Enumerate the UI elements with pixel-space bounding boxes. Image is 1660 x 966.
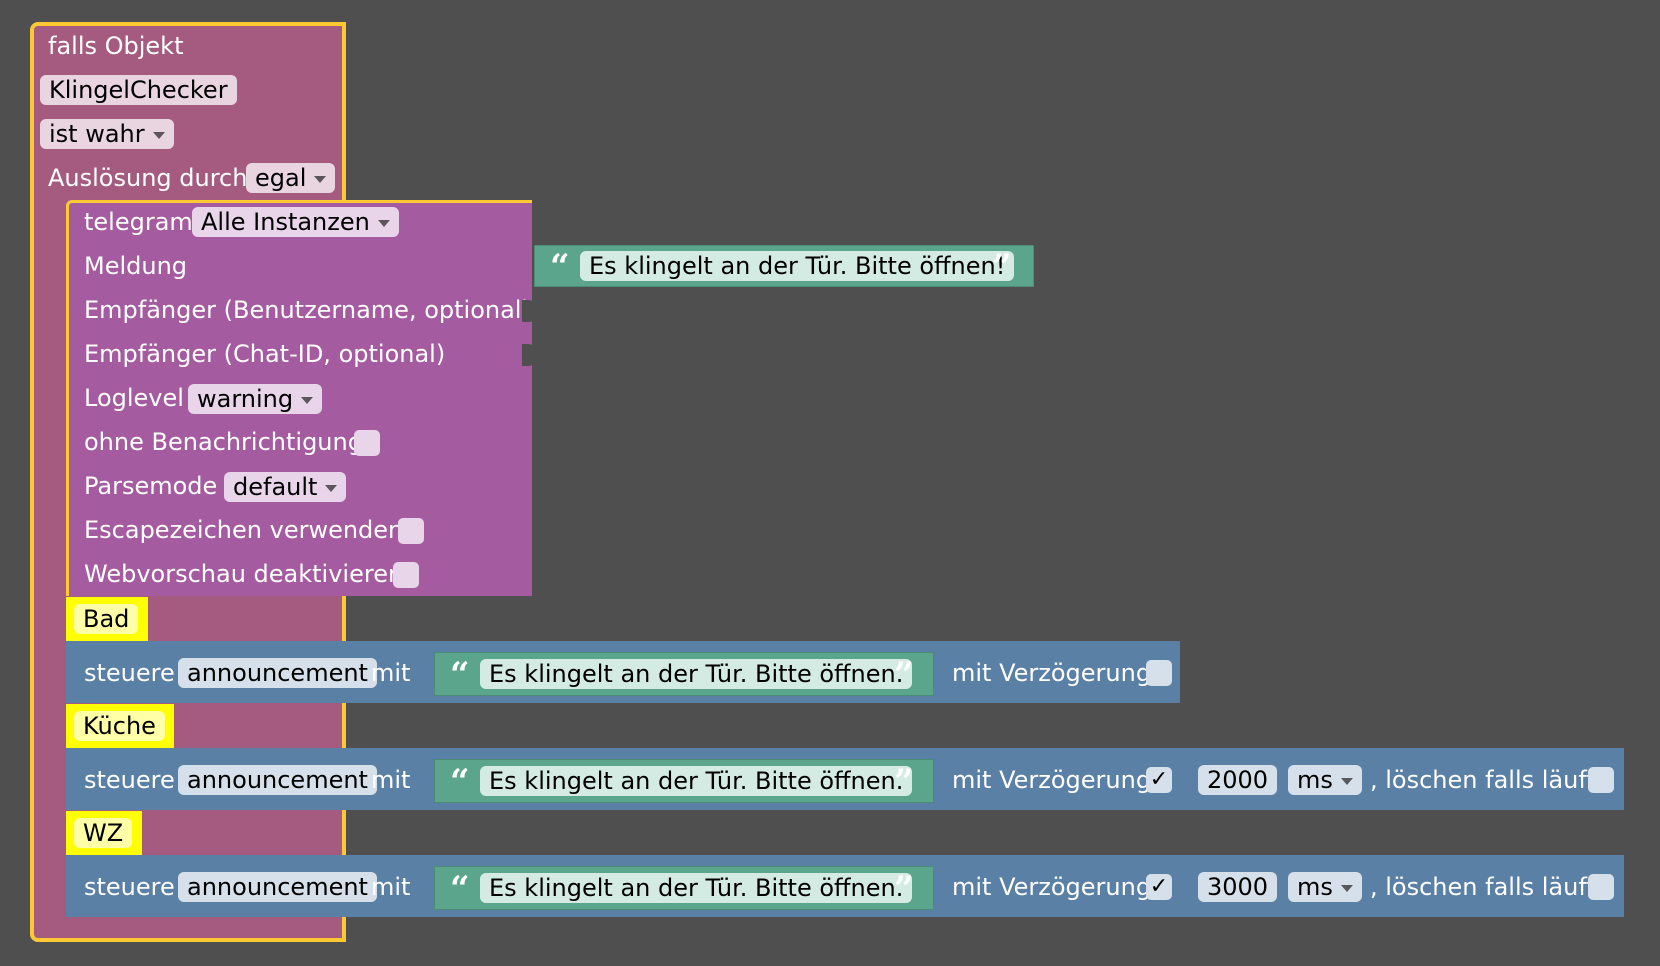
- target-value: announcement: [187, 659, 368, 687]
- delay-value-field-kueche[interactable]: 2000: [1198, 765, 1278, 795]
- loglevel-label: Loglevel: [84, 384, 184, 412]
- clear-label: , löschen falls läuft: [1370, 766, 1596, 794]
- delay-unit-value: ms: [1297, 873, 1333, 901]
- text-field-wz[interactable]: Es klingelt an der Tür. Bitte öffnen.: [480, 873, 913, 903]
- comment-kueche-value: Küche: [83, 712, 156, 740]
- silent-label: ohne Benachrichtigung: [84, 428, 363, 456]
- target-field-bad[interactable]: announcement: [178, 658, 377, 688]
- condition-value: ist wahr: [49, 120, 145, 148]
- mit-label: mit: [371, 766, 411, 794]
- target-field-kueche[interactable]: announcement: [178, 765, 377, 795]
- loglevel-dropdown[interactable]: warning: [188, 384, 323, 414]
- close-quote-icon: ”: [894, 869, 914, 909]
- telegram-instance-value: Alle Instanzen: [201, 208, 370, 236]
- dropdown-arrow-icon: [1340, 884, 1353, 892]
- target-value: announcement: [187, 766, 368, 794]
- comment-bad-value: Bad: [83, 605, 130, 633]
- escape-checkbox[interactable]: [398, 518, 424, 544]
- checkmark-icon: ✓: [1149, 874, 1169, 899]
- telegram-label: telegram: [84, 208, 193, 236]
- delay-unit-dropdown-wz[interactable]: ms: [1288, 872, 1362, 902]
- webpreview-label: Webvorschau deaktivieren: [84, 560, 404, 588]
- delay-checkbox-kueche[interactable]: ✓: [1146, 767, 1172, 793]
- close-quote-icon: ”: [992, 247, 1012, 287]
- open-quote-icon: “: [450, 869, 470, 909]
- comment-bad-text[interactable]: Bad: [74, 604, 139, 634]
- escape-label: Escapezeichen verwenden: [84, 516, 404, 544]
- dropdown-arrow-icon: [325, 484, 338, 492]
- trigger-label: falls Objekt: [48, 32, 184, 60]
- meldung-text-field[interactable]: Es klingelt an der Tür. Bitte öffnen!: [580, 251, 1015, 281]
- text-value: Es klingelt an der Tür. Bitte öffnen.: [489, 874, 904, 902]
- target-field-wz[interactable]: announcement: [178, 872, 377, 902]
- steuere-label: steuere: [84, 873, 175, 901]
- delay-checkbox-wz[interactable]: ✓: [1146, 874, 1172, 900]
- parsemode-value: default: [233, 473, 318, 501]
- clear-checkbox-wz[interactable]: [1588, 874, 1614, 900]
- telegram-instance-dropdown[interactable]: Alle Instanzen: [192, 207, 399, 237]
- delay-label: mit Verzögerung: [952, 873, 1152, 901]
- text-field-kueche[interactable]: Es klingelt an der Tür. Bitte öffnen.: [480, 766, 913, 796]
- clear-label: , löschen falls läuft: [1370, 873, 1596, 901]
- ausloesung-label: Auslösung durch: [48, 164, 248, 192]
- steuere-label: steuere: [84, 766, 175, 794]
- empfaenger-user-label: Empfänger (Benutzername, optional): [84, 296, 531, 324]
- dropdown-arrow-icon: [1340, 777, 1353, 785]
- delay-value: 2000: [1207, 766, 1269, 794]
- meldung-label: Meldung: [84, 252, 188, 280]
- delay-unit-value: ms: [1297, 766, 1333, 794]
- object-id-field[interactable]: KlingelChecker: [40, 75, 237, 105]
- dropdown-arrow-icon: [314, 175, 327, 183]
- checkmark-icon: ✓: [1149, 767, 1169, 792]
- delay-checkbox-bad[interactable]: [1146, 660, 1172, 686]
- delay-unit-dropdown-kueche[interactable]: ms: [1288, 765, 1362, 795]
- text-value: Es klingelt an der Tür. Bitte öffnen.: [489, 660, 904, 688]
- text-value: Es klingelt an der Tür. Bitte öffnen.: [489, 767, 904, 795]
- empfaenger-chat-label: Empfänger (Chat-ID, optional): [84, 340, 446, 368]
- ausloesung-dropdown[interactable]: egal: [246, 163, 336, 193]
- mit-label: mit: [371, 873, 411, 901]
- open-quote-icon: “: [550, 247, 570, 287]
- delay-label: mit Verzögerung: [952, 659, 1152, 687]
- clear-checkbox-kueche[interactable]: [1588, 767, 1614, 793]
- ausloesung-value: egal: [255, 164, 307, 192]
- delay-value-field-wz[interactable]: 3000: [1198, 872, 1278, 902]
- dropdown-arrow-icon: [301, 396, 314, 404]
- comment-wz-text[interactable]: WZ: [74, 818, 133, 848]
- loglevel-value: warning: [197, 385, 294, 413]
- open-quote-icon: “: [450, 655, 470, 695]
- mit-label: mit: [371, 659, 411, 687]
- dropdown-arrow-icon: [152, 131, 165, 139]
- close-quote-icon: ”: [894, 655, 914, 695]
- parsemode-label: Parsemode: [84, 472, 218, 500]
- text-field-bad[interactable]: Es klingelt an der Tür. Bitte öffnen.: [480, 659, 913, 689]
- delay-value: 3000: [1207, 873, 1269, 901]
- close-quote-icon: ”: [894, 762, 914, 802]
- comment-kueche-text[interactable]: Küche: [74, 711, 165, 741]
- meldung-text-value: Es klingelt an der Tür. Bitte öffnen!: [589, 252, 1006, 280]
- dropdown-arrow-icon: [377, 219, 390, 227]
- steuere-label: steuere: [84, 659, 175, 687]
- delay-label: mit Verzögerung: [952, 766, 1152, 794]
- silent-checkbox[interactable]: [354, 430, 380, 456]
- comment-wz-value: WZ: [83, 819, 124, 847]
- open-quote-icon: “: [450, 762, 470, 802]
- parsemode-dropdown[interactable]: default: [224, 472, 347, 502]
- object-id-value: KlingelChecker: [49, 76, 228, 104]
- webpreview-checkbox[interactable]: [393, 562, 419, 588]
- target-value: announcement: [187, 873, 368, 901]
- condition-dropdown[interactable]: ist wahr: [40, 119, 174, 149]
